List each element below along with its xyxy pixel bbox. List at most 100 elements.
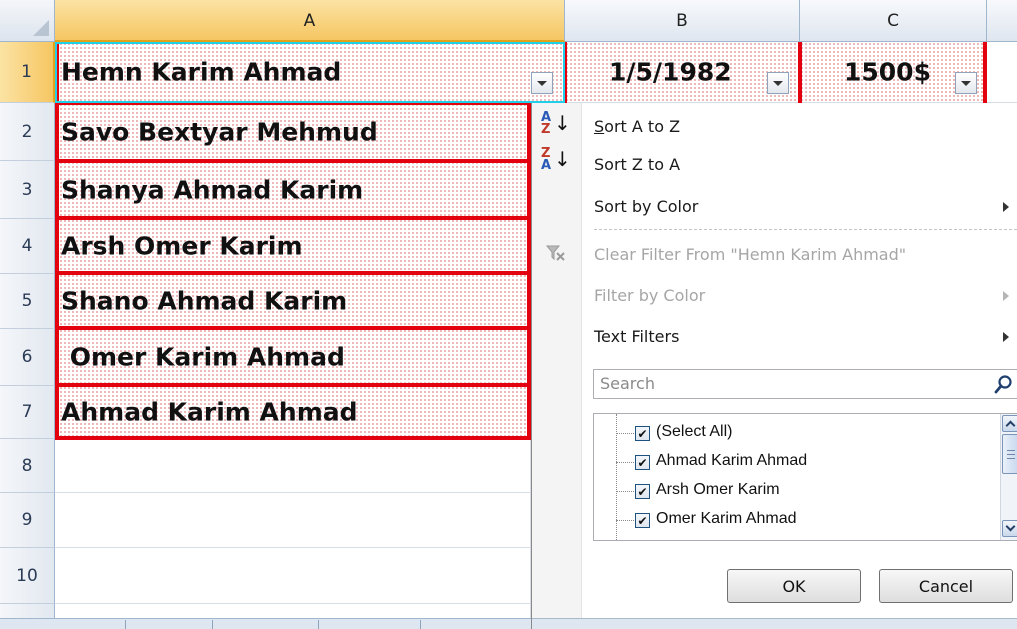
filter-dropdown-b[interactable]: [767, 72, 789, 94]
cell-border: [55, 383, 531, 387]
select-all-label: (Select All): [656, 423, 733, 440]
column-header-a[interactable]: A: [55, 0, 565, 42]
scroll-up-button[interactable]: [1002, 415, 1017, 432]
cell-a9[interactable]: [55, 493, 531, 548]
value-label: Ahmad Karim Ahmad: [656, 452, 808, 469]
search-placeholder: Search: [600, 374, 655, 393]
sheet-tabs-bar: [0, 618, 531, 629]
chevron-down-icon: [961, 80, 971, 86]
sort-by-color-label: Sort by Color: [594, 197, 699, 216]
sort-z-to-a-label: Sort Z to A: [594, 155, 681, 174]
clear-filter-icon: [545, 242, 567, 264]
submenu-arrow-icon: [1003, 291, 1009, 301]
tree-line: [616, 491, 634, 492]
cancel-button[interactable]: Cancel: [879, 569, 1013, 603]
filter-dropdown-c[interactable]: [955, 72, 977, 94]
cell-a2[interactable]: Savo Bextyar Mehmud: [55, 103, 531, 161]
text-filters-label: Text Filters: [594, 327, 680, 346]
sort-a-to-z-icon: A Z ↓: [541, 110, 571, 137]
sheet-tab[interactable]: [125, 620, 126, 629]
sheet-tab[interactable]: [420, 620, 421, 629]
cell-d1[interactable]: [987, 42, 1017, 103]
select-all-checkbox[interactable]: ✔: [635, 426, 650, 441]
row-header-3[interactable]: 3: [0, 161, 55, 219]
cell-a2-text: Savo Bextyar Mehmud: [61, 117, 378, 146]
tree-line: [616, 433, 634, 434]
value-label: Arsh Omer Karim: [656, 481, 780, 498]
sort-a-to-z-item[interactable]: Sort A to Z: [594, 117, 680, 136]
row-header-8[interactable]: 8: [0, 439, 55, 493]
row-header-6[interactable]: 6: [0, 329, 55, 386]
cell-a5[interactable]: Shano Ahmad Karim: [55, 274, 531, 329]
scroll-down-button[interactable]: [1002, 520, 1017, 537]
tree-line: [616, 462, 634, 463]
cell-a10[interactable]: [55, 548, 531, 604]
chevron-down-icon: [1005, 521, 1016, 532]
cell-a7-text: Ahmad Karim Ahmad: [61, 397, 358, 427]
cell-border: [983, 42, 987, 103]
sort-z-to-a-item[interactable]: Sort Z to A: [594, 155, 680, 174]
cell-border: [55, 216, 531, 220]
cell-c1-text: 1500$: [844, 57, 931, 87]
cell-a4[interactable]: Arsh Omer Karim: [55, 219, 531, 274]
cell-border: [55, 436, 531, 440]
tree-line: [616, 520, 634, 521]
chevron-down-icon: [773, 80, 783, 86]
row-header-1[interactable]: 1: [0, 42, 55, 103]
cell-a3-text: Shanya Ahmad Karim: [61, 175, 364, 204]
sort-by-color-item[interactable]: Sort by Color: [594, 197, 698, 216]
search-input[interactable]: Search: [593, 369, 1017, 399]
filter-dropdown-a[interactable]: [531, 72, 553, 94]
select-all-corner[interactable]: [0, 0, 55, 42]
cell-border: [55, 326, 531, 330]
menu-icon-gutter: [532, 103, 582, 629]
row-header-2[interactable]: 2: [0, 103, 55, 161]
filter-by-color-label: Filter by Color: [594, 286, 706, 305]
sort-z-to-a-icon: Z A ↓: [541, 146, 571, 173]
value-checkbox[interactable]: ✔: [635, 484, 650, 499]
search-icon: [993, 373, 1015, 395]
select-all-triangle-icon: [33, 20, 49, 36]
cell-a3[interactable]: Shanya Ahmad Karim: [55, 161, 531, 219]
cell-b1-text: 1/5/1982: [609, 57, 732, 87]
cell-a8[interactable]: [55, 439, 531, 493]
value-checkbox[interactable]: ✔: [635, 513, 650, 528]
cell-a4-text: Arsh Omer Karim: [61, 231, 303, 261]
row-header-9[interactable]: 9: [0, 493, 55, 548]
ok-button[interactable]: OK: [727, 569, 861, 603]
clear-filter-item[interactable]: Clear Filter From "Hemn Karim Ahmad": [594, 245, 906, 264]
clear-filter-label: Clear Filter From "Hemn Karim Ahmad": [594, 245, 907, 264]
submenu-arrow-icon: [1003, 202, 1009, 212]
row-header-5[interactable]: 5: [0, 274, 55, 329]
row-header-4[interactable]: 4: [0, 219, 55, 274]
value-label: Omer Karim Ahmad: [656, 510, 797, 527]
list-scrollbar[interactable]: [1000, 414, 1017, 540]
text-filters-item[interactable]: Text Filters: [594, 327, 679, 346]
cell-border: [55, 271, 531, 275]
cell-a6-text: Omer Karim Ahmad: [61, 342, 345, 372]
column-header-d[interactable]: [987, 0, 1017, 42]
autofilter-menu: A Z ↓ Sort A to Z Z A ↓ Sort Z to A Sort…: [531, 103, 1017, 629]
cell-a6[interactable]: Omer Karim Ahmad: [55, 329, 531, 386]
filter-by-color-item[interactable]: Filter by Color: [594, 286, 705, 305]
cell-border: [798, 42, 802, 103]
cell-b1[interactable]: 1/5/1982: [565, 42, 800, 103]
column-header-c[interactable]: C: [800, 0, 987, 42]
menu-resize-bar[interactable]: [532, 618, 1017, 629]
active-cell-selection: [55, 42, 565, 103]
cell-a5-text: Shano Ahmad Karim: [61, 286, 348, 316]
row-header-10[interactable]: 10: [0, 548, 55, 604]
sort-a-to-z-label: ort A to Z: [604, 117, 681, 136]
cell-a7[interactable]: Ahmad Karim Ahmad: [55, 386, 531, 439]
chevron-up-icon: [1005, 420, 1016, 431]
submenu-arrow-icon: [1003, 332, 1009, 342]
row-header-7[interactable]: 7: [0, 386, 55, 439]
column-header-b[interactable]: B: [565, 0, 800, 42]
sheet-tab[interactable]: [212, 620, 213, 629]
value-checkbox[interactable]: ✔: [635, 455, 650, 470]
filter-values-list[interactable]: ✔ (Select All) ✔ Ahmad Karim Ahmad ✔ Ars…: [593, 413, 1017, 541]
chevron-down-icon: [537, 80, 547, 86]
cell-border: [55, 159, 531, 163]
scroll-thumb[interactable]: [1002, 434, 1017, 474]
sheet-tab[interactable]: [318, 620, 319, 629]
